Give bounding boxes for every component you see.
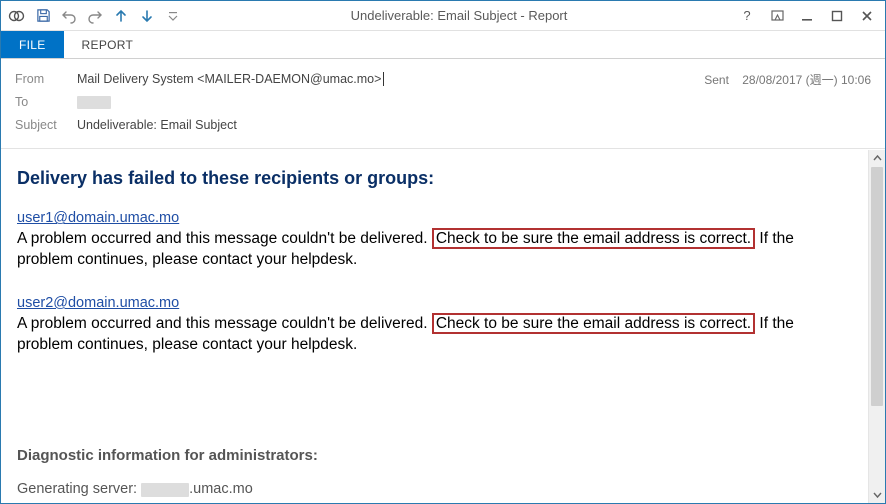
scroll-track[interactable] bbox=[869, 167, 885, 486]
subject-value: Undeliverable: Email Subject bbox=[77, 118, 871, 132]
undo-icon[interactable] bbox=[57, 4, 81, 28]
to-value bbox=[77, 95, 871, 109]
sent-meta: Sent 28/08/2017 (週一) 10:06 bbox=[704, 71, 871, 88]
ribbon-tabs: FILE REPORT bbox=[1, 31, 885, 59]
maximize-icon[interactable] bbox=[823, 4, 851, 28]
message-body-container: Delivery has failed to these recipients … bbox=[1, 149, 885, 503]
window-controls: ? bbox=[733, 4, 881, 28]
recipient-msg: A problem occurred and this message coul… bbox=[17, 313, 794, 353]
save-icon[interactable] bbox=[31, 4, 55, 28]
recipient-msg: A problem occurred and this message coul… bbox=[17, 228, 794, 268]
message-window: Undeliverable: Email Subject - Report ? … bbox=[0, 0, 886, 504]
scroll-thumb[interactable] bbox=[871, 167, 883, 406]
quick-access-toolbar bbox=[5, 4, 185, 28]
recipient-block: user2@domain.umac.mo A problem occurred … bbox=[17, 293, 852, 356]
app-icon[interactable] bbox=[5, 4, 29, 28]
scroll-up-icon[interactable] bbox=[869, 150, 885, 167]
highlighted-advice: Check to be sure the email address is co… bbox=[432, 228, 755, 249]
sent-value: 28/08/2017 (週一) 10:06 bbox=[742, 73, 871, 87]
vertical-scrollbar[interactable] bbox=[868, 150, 885, 503]
ribbon-display-icon[interactable] bbox=[763, 4, 791, 28]
subject-label: Subject bbox=[15, 118, 77, 132]
tab-file[interactable]: FILE bbox=[1, 31, 64, 58]
sent-label: Sent bbox=[704, 73, 729, 87]
message-body: Delivery has failed to these recipients … bbox=[1, 150, 868, 503]
title-bar: Undeliverable: Email Subject - Report ? bbox=[1, 1, 885, 31]
close-icon[interactable] bbox=[853, 4, 881, 28]
diagnostic-heading: Diagnostic information for administrator… bbox=[17, 446, 852, 466]
help-icon[interactable]: ? bbox=[733, 4, 761, 28]
qat-customize-icon[interactable] bbox=[161, 4, 185, 28]
window-title: Undeliverable: Email Subject - Report bbox=[185, 8, 733, 23]
delivery-failed-heading: Delivery has failed to these recipients … bbox=[17, 166, 852, 190]
minimize-icon[interactable] bbox=[793, 4, 821, 28]
highlighted-advice: Check to be sure the email address is co… bbox=[432, 313, 755, 334]
recipient-email-link[interactable]: user1@domain.umac.mo bbox=[17, 210, 179, 226]
to-label: To bbox=[15, 95, 77, 109]
prev-item-icon[interactable] bbox=[109, 4, 133, 28]
tab-report[interactable]: REPORT bbox=[64, 31, 152, 58]
redacted-recipient bbox=[77, 96, 111, 109]
from-label: From bbox=[15, 72, 77, 86]
next-item-icon[interactable] bbox=[135, 4, 159, 28]
text-cursor bbox=[383, 72, 384, 86]
message-header: From Mail Delivery System <MAILER-DAEMON… bbox=[1, 59, 885, 149]
recipient-block: user1@domain.umac.mo A problem occurred … bbox=[17, 208, 852, 271]
redo-icon[interactable] bbox=[83, 4, 107, 28]
from-value: Mail Delivery System <MAILER-DAEMON@umac… bbox=[77, 72, 704, 87]
redacted-server bbox=[141, 483, 189, 497]
recipient-email-link[interactable]: user2@domain.umac.mo bbox=[17, 295, 179, 311]
generating-server-line: Generating server: .umac.mo bbox=[17, 480, 852, 500]
scroll-down-icon[interactable] bbox=[869, 486, 885, 503]
